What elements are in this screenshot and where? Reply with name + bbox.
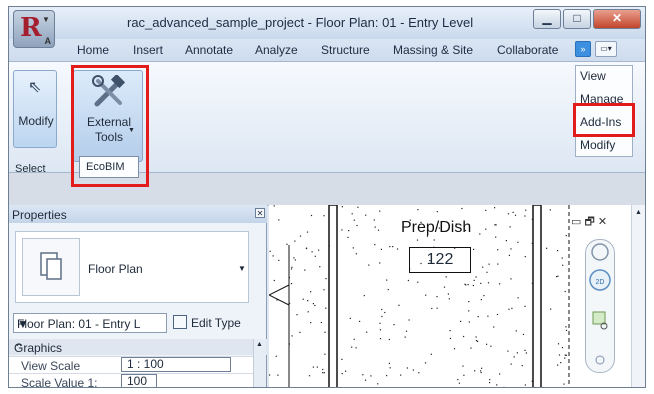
close-icon[interactable]: ✕ — [255, 208, 265, 218]
tab-massing-site[interactable]: Massing & Site — [393, 43, 473, 57]
instance-selector-value: Floor Plan: 01 - Entry L — [17, 317, 141, 331]
floor-plan-icon — [22, 238, 80, 296]
tab-insert[interactable]: Insert — [133, 43, 163, 57]
room-name-tag[interactable]: Prep/Dish — [401, 219, 471, 237]
param-row-scale-value: Scale Value 1: 100 — [9, 373, 253, 388]
properties-scrollbar[interactable]: ▲ — [253, 339, 266, 387]
scale-value-field[interactable]: 100 — [121, 374, 157, 387]
chevron-down-icon: ▼ — [17, 317, 29, 331]
app-menu-letter: A — [44, 36, 52, 46]
collapse-icon[interactable]: ⌃ — [14, 341, 24, 355]
revit-logo-icon: R — [20, 13, 42, 43]
tab-structure[interactable]: Structure — [321, 43, 370, 57]
navigation-wheel-icon: 2D — [589, 243, 611, 365]
cursor-arrow-icon: ⇖ — [28, 79, 42, 96]
modify-button[interactable]: ⇖ Modify — [13, 70, 57, 148]
svg-text:2D: 2D — [596, 279, 605, 286]
edit-type-button[interactable]: Edit Type — [173, 313, 257, 333]
tab-analyze[interactable]: Analyze — [255, 43, 298, 57]
drawing-canvas[interactable]: Prep/Dish 122 ▭ 🗗 ✕ 2D ▲ — [269, 205, 645, 387]
edit-type-icon — [173, 315, 187, 329]
instance-selector[interactable]: Floor Plan: 01 - Entry L ▼ — [13, 313, 167, 333]
view-scale-field[interactable]: 1 : 100 — [121, 357, 231, 372]
window-title: rac_advanced_sample_project - Floor Plan… — [127, 15, 474, 30]
scroll-up-icon[interactable]: ▲ — [256, 341, 263, 348]
properties-panel: Properties ✕ Floor Plan ▼ Floor Plan: 01… — [9, 205, 267, 388]
view-window-controls[interactable]: ▭ 🗗 ✕ — [571, 213, 607, 232]
scroll-up-icon[interactable]: ▲ — [635, 209, 642, 216]
room-number-tag[interactable]: 122 — [409, 247, 471, 273]
properties-title: Properties — [12, 208, 67, 222]
tab-home[interactable]: Home — [77, 43, 109, 57]
minimize-button[interactable]: ▁ — [533, 9, 561, 29]
application-menu-button[interactable]: R ▼ A — [13, 10, 55, 48]
tab-modify[interactable]: Modify — [580, 138, 615, 152]
external-tools-highlight — [71, 65, 149, 187]
tab-annotate[interactable]: Annotate — [185, 43, 233, 57]
tab-overflow-button[interactable]: » — [575, 41, 591, 57]
ribbon-options-button[interactable]: ▭▾ — [595, 41, 617, 57]
ribbon-tab-bar: Home Insert Annotate Analyze Structure M… — [9, 39, 645, 61]
param-name: Scale Value 1: — [21, 376, 98, 388]
tab-collaborate[interactable]: Collaborate — [497, 43, 558, 57]
edit-type-label: Edit Type — [191, 316, 241, 330]
graphics-group-header[interactable]: Graphics ⌃ — [9, 339, 267, 355]
param-row-view-scale: View Scale 1 : 100 — [9, 356, 253, 373]
chevron-down-icon: ▼ — [238, 264, 246, 273]
maximize-button[interactable]: □ — [563, 9, 591, 29]
tab-view[interactable]: View — [580, 69, 606, 83]
canvas-scrollbar[interactable]: ▲ — [631, 205, 645, 387]
chevron-down-icon: ▼ — [42, 15, 50, 24]
modify-label: Modify — [18, 114, 54, 128]
type-selector[interactable]: Floor Plan ▼ — [15, 231, 249, 303]
navigation-bar[interactable]: 2D — [585, 239, 615, 373]
revit-window: rac_advanced_sample_project - Floor Plan… — [8, 6, 646, 388]
properties-header: Properties ✕ — [9, 205, 267, 223]
title-bar: rac_advanced_sample_project - Floor Plan… — [9, 7, 645, 39]
type-name: Floor Plan — [88, 262, 143, 276]
close-button[interactable]: ✕ — [593, 9, 641, 29]
add-ins-highlight — [573, 103, 635, 137]
param-name: View Scale — [21, 359, 81, 373]
